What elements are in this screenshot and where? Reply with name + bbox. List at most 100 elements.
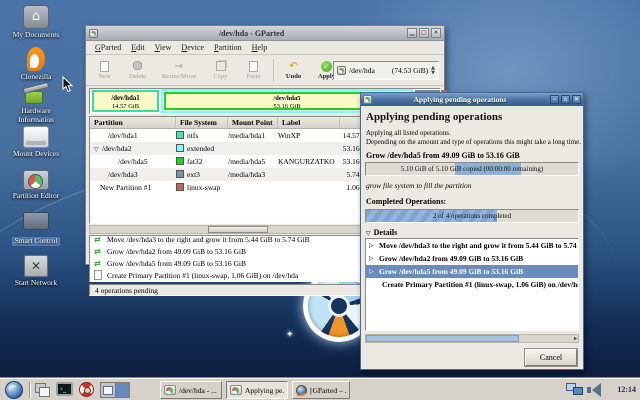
current-operation-label: Grow /dev/hda5 from 49.09 GiB to 53.16 G… — [366, 151, 520, 160]
menu-device[interactable]: Device — [176, 43, 209, 52]
detail-row[interactable]: Create Primary Partition #1 (linux-swap,… — [366, 278, 578, 291]
paste-button[interactable]: Paste — [237, 61, 270, 80]
lifesaver-icon — [79, 382, 94, 397]
desktop-icon-start-network[interactable]: ✕ Start Network — [0, 255, 72, 288]
menu-partition[interactable]: Partition — [209, 43, 247, 52]
taskbar: ›_ /dev/hda - ... Applying pe... [GParte… — [0, 378, 640, 400]
dialog-title: Applying pending operations — [372, 95, 548, 104]
smart-drive-icon — [23, 212, 49, 230]
device-name: /dev/hda — [349, 66, 375, 75]
detail-row[interactable]: ▷ Grow /dev/hda2 from 49.09 GiB to 53.16… — [366, 252, 578, 265]
undo-button[interactable]: ↶ Undo — [277, 61, 310, 80]
col-filesystem[interactable]: File System — [176, 117, 228, 128]
progress-text: 2 of 4 operations completed — [366, 210, 578, 222]
expander-closed-triangle-icon: ▷ — [369, 252, 374, 265]
col-mountpoint[interactable]: Mount Point — [228, 117, 278, 128]
resize-op-icon: ⇄ — [94, 235, 107, 244]
device-size: (74.53 GiB) — [392, 66, 428, 75]
maximize-icon[interactable]: ▢ — [419, 28, 429, 38]
copy-button[interactable]: Copy — [204, 61, 237, 80]
icon-label: Partition Editor — [0, 192, 72, 201]
close-icon[interactable]: ✕ — [431, 28, 441, 38]
minimize-icon[interactable]: ▁ — [407, 28, 417, 38]
col-partition[interactable]: Partition — [90, 117, 176, 128]
delete-icon — [133, 61, 142, 70]
new-partition-icon — [100, 61, 109, 72]
desktop-icon-my-documents[interactable]: ⌂ My Documents — [0, 5, 72, 40]
device-selector[interactable]: /dev/hda (74.53 GiB) ▲▼ — [333, 61, 439, 80]
col-label[interactable]: Label — [278, 117, 340, 128]
icon-label: My Documents — [0, 31, 72, 40]
icon-label: Start Network — [0, 279, 72, 288]
expander-open-triangle-icon: ▽ — [366, 230, 371, 237]
scrollbar-right-arrow-icon[interactable]: ▸ — [574, 335, 577, 342]
terminal-launcher[interactable]: ›_ — [56, 382, 74, 398]
new-button[interactable]: New — [88, 61, 121, 80]
resize-move-button[interactable]: → Resize/Move — [154, 61, 204, 80]
icon-label: Mount Devices — [0, 150, 72, 159]
cancel-button[interactable]: Cancel — [525, 349, 577, 366]
detail-row[interactable]: ▷ Move /dev/hda3 to the right and grow i… — [366, 239, 578, 252]
mouse-cursor — [62, 76, 74, 93]
gparted-task-icon — [230, 385, 242, 395]
delete-button[interactable]: Delete — [121, 60, 154, 80]
volume-tray-icon[interactable] — [592, 383, 601, 397]
home-folder-icon: ⌂ — [23, 5, 49, 29]
paste-icon — [249, 61, 258, 72]
copy-icon — [216, 61, 226, 71]
toolbar-separator — [273, 59, 274, 81]
gparted-app-icon — [89, 29, 98, 38]
overall-progressbar: 2 of 4 operations completed — [365, 209, 579, 223]
expander-closed-triangle-icon: ▷ — [369, 265, 374, 278]
taskbar-task-gparted-device[interactable]: /dev/hda - ... — [160, 381, 222, 399]
menu-gparted[interactable]: GParted — [90, 43, 126, 52]
taskbar-task-browser[interactable]: [GParted – ... — [292, 381, 350, 399]
scrollbar-thumb[interactable] — [208, 226, 268, 233]
device-icon — [337, 66, 346, 75]
menu-help[interactable]: Help — [247, 43, 273, 52]
icon-label-selected: Smart Control — [12, 237, 61, 246]
partition-segment-hda1[interactable]: /dev/hda114.57 GiB — [92, 90, 159, 112]
dialog-text-line1: Applying all listed operations. — [366, 129, 451, 137]
dialog-heading: Applying pending operations — [366, 111, 502, 123]
sparkle-icon: ✦ — [286, 330, 294, 340]
dialog-titlebar[interactable]: Applying pending operations – ▫ ✕ — [361, 93, 583, 106]
pager-desktop-1[interactable] — [101, 383, 116, 397]
taskbar-task-applying-dialog[interactable]: Applying pe... — [226, 381, 288, 399]
show-desktop-button[interactable] — [34, 382, 52, 398]
desktop-icon-smart-control[interactable]: Smart Control — [0, 212, 72, 248]
resize-op-icon: ⇄ — [94, 247, 107, 256]
dialog-body: Applying pending operations Applying all… — [361, 106, 583, 370]
menu-view[interactable]: View — [150, 43, 177, 52]
operation-progressbar: 5.10 GiB of 5.10 GiB copied (00:00:00 re… — [365, 162, 579, 176]
close-icon[interactable]: ✕ — [572, 95, 581, 104]
help-lifesaver-launcher[interactable] — [78, 382, 96, 398]
scrollbar-thumb[interactable] — [366, 335, 519, 342]
details-horizontal-scrollbar[interactable]: ▸ — [365, 334, 579, 343]
maximize-icon[interactable]: ▫ — [561, 95, 570, 104]
minimize-icon[interactable]: – — [550, 95, 559, 104]
details-list: ▷ Move /dev/hda3 to the right and grow i… — [365, 238, 579, 331]
start-menu-button[interactable] — [2, 380, 26, 400]
detail-row-selected[interactable]: ▷ Grow /dev/hda5 from 49.09 GiB to 53.16… — [366, 265, 578, 278]
gparted-titlebar[interactable]: /dev/hda - GParted ▁ ▢ ✕ — [86, 26, 444, 41]
collapse-triangle-icon[interactable]: ▽ — [94, 146, 102, 153]
fs-color-swatch — [176, 183, 184, 191]
details-expander[interactable]: ▽Details — [366, 228, 397, 237]
drive-icon — [23, 126, 49, 148]
desktop-pager[interactable] — [100, 382, 130, 398]
applying-operations-dialog: Applying pending operations – ▫ ✕ Applyi… — [360, 92, 584, 370]
undo-arrow-icon: ↶ — [277, 61, 310, 73]
dialog-text-line2: Depending on the amount and type of oper… — [366, 138, 582, 146]
network-tray-icon[interactable] — [566, 383, 586, 397]
pager-desktop-2[interactable] — [116, 383, 130, 397]
taskbar-clock[interactable]: 12:14 — [617, 379, 636, 400]
dialog-app-icon — [363, 95, 372, 104]
gparted-toolbar: New Delete → Resize/Move Copy Paste ↶ Un… — [86, 55, 444, 86]
completed-operations-label: Completed Operations: — [366, 197, 446, 206]
fs-color-swatch — [176, 144, 184, 152]
fs-color-swatch — [176, 157, 184, 165]
desktop-icon-partition-editor[interactable]: Partition Editor — [0, 170, 72, 201]
desktop-icon-mount-devices[interactable]: Mount Devices — [0, 126, 72, 159]
menu-edit[interactable]: Edit — [126, 43, 149, 52]
